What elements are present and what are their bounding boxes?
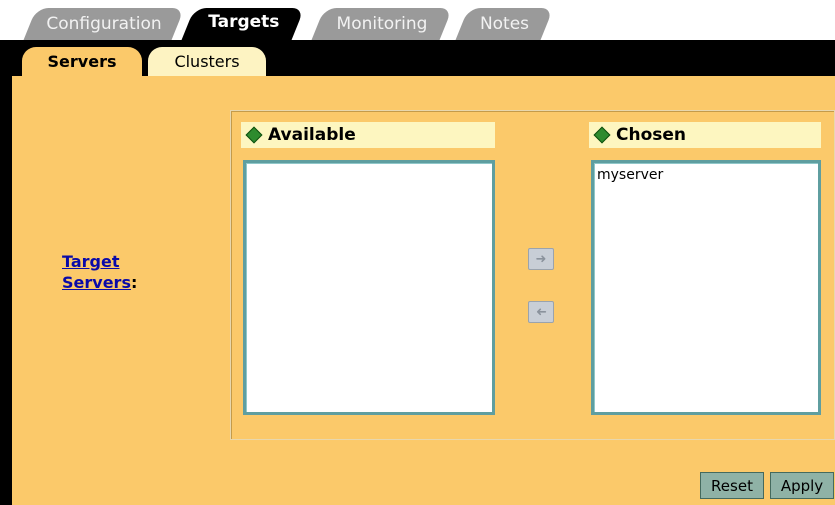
tab-targets[interactable]: Targets [181,8,305,40]
chosen-listbox[interactable]: myserver [591,160,821,415]
available-listbox[interactable] [243,160,495,415]
servers-help-link[interactable]: Servers [62,273,131,292]
tab-targets-label: Targets [208,12,280,32]
diamond-bullet-icon [593,126,611,144]
list-item[interactable]: myserver [594,163,818,183]
tab-monitoring-label: Monitoring [336,14,428,34]
target-servers-label: Target Servers: [62,251,137,293]
subtab-clusters-label: Clusters [174,52,240,71]
server-picker: Available ➜ ➜ Chosen myserver [230,110,835,440]
chosen-header-label: Chosen [616,125,687,145]
tab-configuration-label: Configuration [46,14,162,34]
available-header-label: Available [268,125,356,145]
apply-button[interactable]: Apply [770,472,834,499]
arrow-right-icon: ➜ [535,251,547,267]
diamond-bullet-icon [245,126,263,144]
label-colon: : [130,273,138,292]
move-left-button[interactable]: ➜ [528,301,554,323]
tab-configuration[interactable]: Configuration [23,8,185,40]
target-help-link[interactable]: Target [62,252,120,271]
available-header: Available [241,122,495,148]
tab-notes[interactable]: Notes [455,8,554,40]
subtab-servers[interactable]: Servers [22,47,142,76]
content-panel: Target Servers: Available ➜ ➜ Chosen mys… [12,76,835,505]
top-tab-bar: Configuration Targets Monitoring Notes [0,0,835,40]
arrow-left-icon: ➜ [535,304,547,320]
tab-notes-label: Notes [479,14,530,34]
left-frame-edge [0,40,12,505]
move-right-button[interactable]: ➜ [528,248,554,270]
chosen-header: Chosen [589,122,821,148]
reset-button[interactable]: Reset [700,472,764,499]
subtab-servers-label: Servers [47,52,117,71]
tab-monitoring[interactable]: Monitoring [311,8,453,40]
subtab-clusters[interactable]: Clusters [148,47,266,76]
